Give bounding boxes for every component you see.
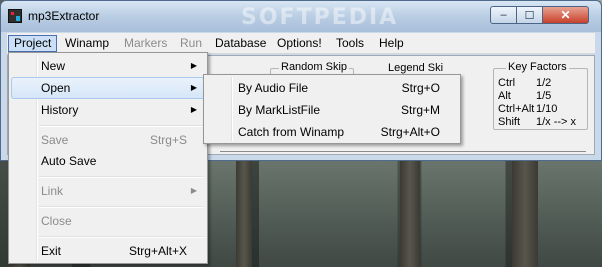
menu-item-exit[interactable]: Exit Strg+Alt+X — [11, 240, 205, 262]
key-factors-title: Key Factors — [506, 61, 569, 73]
menu-item-link[interactable]: Link ▶ — [11, 180, 205, 202]
menu-item-shortcut: Strg+Alt+X — [128, 244, 187, 258]
menu-item-shortcut: Strg+O — [401, 81, 440, 95]
key-factor-row: Ctrl 1/2 — [498, 77, 551, 89]
menu-item-label: Close — [41, 214, 72, 228]
menu-options[interactable]: Options! — [272, 35, 327, 52]
key-factor-value: 1/2 — [536, 77, 552, 89]
divider — [220, 151, 586, 152]
menu-help[interactable]: Help — [374, 35, 409, 52]
random-skip-label: Random Skip — [279, 61, 350, 73]
menu-item-shortcut: Strg+M — [400, 103, 440, 117]
app-icon[interactable] — [8, 9, 22, 23]
menu-database[interactable]: Database — [210, 35, 271, 52]
menu-item-label: New — [41, 59, 66, 73]
menu-item-by-audio-file[interactable]: By Audio File Strg+O — [206, 77, 458, 99]
title-bar[interactable]: mp3Extractor SOFTPEDIA – ☐ ✕ — [1, 1, 601, 32]
close-icon: ✕ — [560, 8, 571, 22]
menu-tools[interactable]: Tools — [331, 35, 369, 52]
menu-bar: Project Winamp Markers Run Database Opti… — [7, 33, 595, 54]
key-factor-key: Shift — [498, 116, 521, 128]
menu-markers[interactable]: Markers — [119, 35, 172, 52]
menu-item-shortcut: Strg+S — [149, 133, 187, 147]
key-factor-value: 1/x --> x — [536, 116, 577, 128]
watermark: SOFTPEDIA — [241, 5, 399, 30]
tree-trunk — [512, 160, 538, 267]
menu-item-close[interactable]: Close — [11, 210, 205, 232]
menu-item-auto-save[interactable]: Auto Save — [11, 150, 205, 172]
key-factor-key: Ctrl+Alt — [498, 103, 535, 115]
key-factor-row: Ctrl+Alt 1/10 — [498, 103, 557, 115]
close-button[interactable]: ✕ — [542, 6, 589, 24]
submenu-arrow-icon: ▶ — [190, 105, 197, 114]
menu-winamp[interactable]: Winamp — [60, 35, 114, 52]
legend-skip-label: Legend Ski — [386, 62, 446, 74]
menu-item-label: By Audio File — [238, 81, 309, 95]
open-submenu: By Audio File Strg+O By MarkListFile Str… — [203, 74, 461, 144]
menu-item-history[interactable]: History ▶ — [11, 99, 205, 121]
key-factor-value: 1/10 — [536, 103, 558, 115]
menu-item-label: Catch from Winamp — [238, 125, 345, 139]
menu-separator — [39, 206, 203, 208]
menu-item-save[interactable]: Save Strg+S — [11, 129, 205, 151]
submenu-arrow-icon: ▶ — [190, 61, 197, 70]
tree-trunk — [236, 160, 252, 267]
menu-item-label: Link — [41, 184, 64, 198]
key-factors-group: Key Factors Ctrl 1/2 Alt 1/5 Ctrl+Alt 1/10 … — [493, 61, 588, 130]
menu-item-shortcut: Strg+Alt+O — [380, 125, 440, 139]
menu-item-catch-from-winamp[interactable]: Catch from Winamp Strg+Alt+O — [206, 121, 458, 143]
menu-project[interactable]: Project — [8, 35, 58, 52]
tree-trunk — [400, 160, 420, 267]
menu-separator — [39, 125, 203, 127]
menu-run[interactable]: Run — [175, 35, 207, 52]
menu-item-label: Exit — [41, 244, 62, 258]
submenu-arrow-icon: ▶ — [190, 83, 197, 92]
maximize-button[interactable]: ☐ — [516, 6, 543, 24]
menu-item-open[interactable]: Open ▶ — [11, 77, 205, 99]
menu-item-new[interactable]: New ▶ — [11, 55, 205, 77]
key-factor-key: Alt — [498, 90, 511, 102]
window-title: mp3Extractor — [28, 9, 100, 23]
menu-separator — [39, 176, 203, 178]
menu-separator — [39, 236, 203, 238]
maximize-icon: ☐ — [524, 9, 535, 22]
submenu-arrow-icon: ▶ — [190, 186, 197, 195]
menu-item-label: History — [41, 103, 79, 117]
project-menu: New ▶ Open ▶ History ▶ Save Strg+S Auto … — [8, 52, 208, 264]
menu-item-label: Auto Save — [41, 154, 97, 168]
menu-item-by-marklist-file[interactable]: By MarkListFile Strg+M — [206, 99, 458, 121]
key-factor-key: Ctrl — [498, 77, 516, 89]
key-factor-value: 1/5 — [536, 90, 552, 102]
key-factor-row: Alt 1/5 — [498, 90, 551, 102]
minimize-icon: – — [500, 9, 507, 21]
key-factor-row: Shift 1/x --> x — [498, 116, 576, 128]
menu-item-label: By MarkListFile — [238, 103, 321, 117]
menu-item-label: Save — [41, 133, 69, 147]
menu-item-label: Open — [41, 81, 71, 95]
minimize-button[interactable]: – — [490, 6, 517, 24]
